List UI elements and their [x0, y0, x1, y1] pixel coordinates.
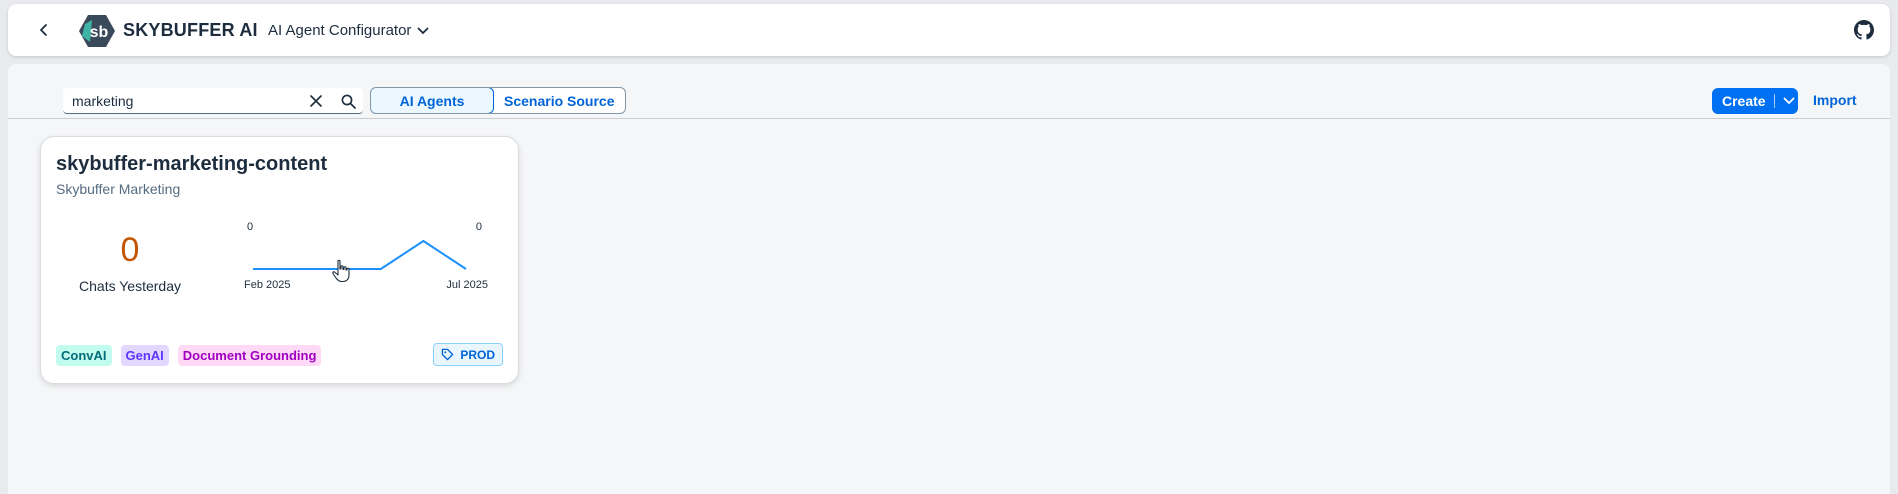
kpi-label: Chats Yesterday	[79, 278, 181, 294]
search-icon	[341, 94, 356, 109]
back-button[interactable]	[32, 18, 56, 42]
card-subtitle: Skybuffer Marketing	[56, 181, 181, 197]
chevron-left-icon	[40, 24, 47, 36]
app-title: AI Agent Configurator	[268, 22, 412, 39]
search-button[interactable]	[339, 92, 357, 110]
create-menu-toggle[interactable]	[1783, 97, 1795, 105]
sparkline-chart: 0 0 Feb 2025 Jul 2025	[244, 217, 510, 297]
import-button[interactable]: Import	[1813, 92, 1857, 108]
github-icon[interactable]	[1854, 20, 1874, 40]
chevron-down-icon	[418, 27, 429, 34]
tag-genai: GenAI	[120, 345, 169, 366]
content-area: AI Agents Scenario Source Create Import …	[8, 64, 1890, 494]
kpi-value: 0	[120, 231, 140, 269]
card-title: skybuffer-marketing-content	[56, 153, 328, 175]
search-field	[63, 88, 363, 114]
agent-card[interactable]: skybuffer-marketing-content Skybuffer Ma…	[40, 136, 519, 384]
sparkline-series-line	[253, 240, 467, 270]
chevron-down-icon	[1783, 97, 1794, 105]
create-button[interactable]: Create	[1712, 88, 1798, 114]
view-segmented-button: AI Agents Scenario Source	[370, 87, 626, 114]
logo-text: sb	[90, 24, 109, 41]
toolbar-divider	[8, 118, 1890, 119]
search-input[interactable]	[63, 88, 293, 113]
clear-search-button[interactable]	[307, 92, 325, 110]
tab-scenario-source[interactable]: Scenario Source	[494, 88, 625, 113]
tab-ai-agents[interactable]: AI Agents	[370, 88, 494, 113]
sparkline-end-label: Jul 2025	[446, 279, 488, 291]
env-badge-label: PROD	[460, 347, 495, 362]
tag-document-grounding: Document Grounding	[177, 345, 322, 366]
brand-name: SKYBUFFER AI	[123, 20, 258, 40]
shell-bar: sb SKYBUFFER AI AI Agent Configurator	[8, 4, 1890, 56]
env-badge: PROD	[433, 343, 503, 366]
create-label: Create	[1722, 93, 1766, 109]
app-switcher[interactable]: AI Agent Configurator	[268, 22, 429, 39]
skybuffer-logo[interactable]: sb	[78, 14, 116, 48]
tag-convai: ConvAI	[56, 345, 112, 366]
tag-list: ConvAI GenAI Document Grounding	[56, 345, 322, 366]
create-divider	[1773, 94, 1775, 108]
hand-cursor-icon	[332, 259, 350, 283]
close-icon	[310, 95, 322, 107]
sparkline-start-label: Feb 2025	[244, 279, 291, 291]
tag-icon	[442, 348, 454, 361]
